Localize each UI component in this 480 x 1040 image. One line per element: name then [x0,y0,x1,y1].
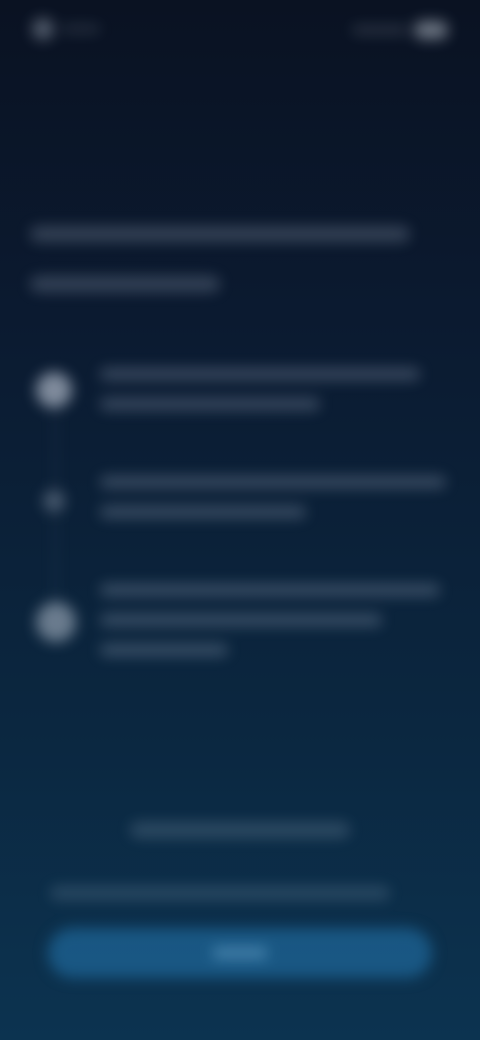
primary-button-label-placeholder [212,947,268,959]
step-text [36,584,37,585]
step-text-line [100,506,306,518]
step-text-line [100,614,382,626]
secondary-link[interactable] [130,822,350,838]
step-text-line [100,644,228,656]
step-text-line [100,584,440,596]
page-title-line [30,226,410,242]
step-large-circle-icon [36,372,72,408]
step-text-line [100,398,320,410]
battery-pill-icon [414,21,448,39]
page-title-text [30,326,31,327]
status-text-placeholder [62,25,100,33]
page-title [30,226,430,326]
step-text-line [100,368,420,380]
step-text-line [100,476,446,488]
status-bar-left [32,18,104,40]
circle-indicator-icon [32,18,54,40]
blurred-screen [0,0,480,1040]
step-small-circle-icon [43,490,65,512]
step-text [36,368,37,369]
step-large-circle-icon [36,602,76,642]
status-bar-right [348,18,448,42]
step-text [36,476,37,477]
terms-text-label [50,886,51,887]
page-title-line [30,276,220,292]
primary-button[interactable] [48,928,432,978]
secondary-link-label [130,822,131,823]
terms-text [50,886,390,900]
status-text-placeholder [352,26,408,34]
